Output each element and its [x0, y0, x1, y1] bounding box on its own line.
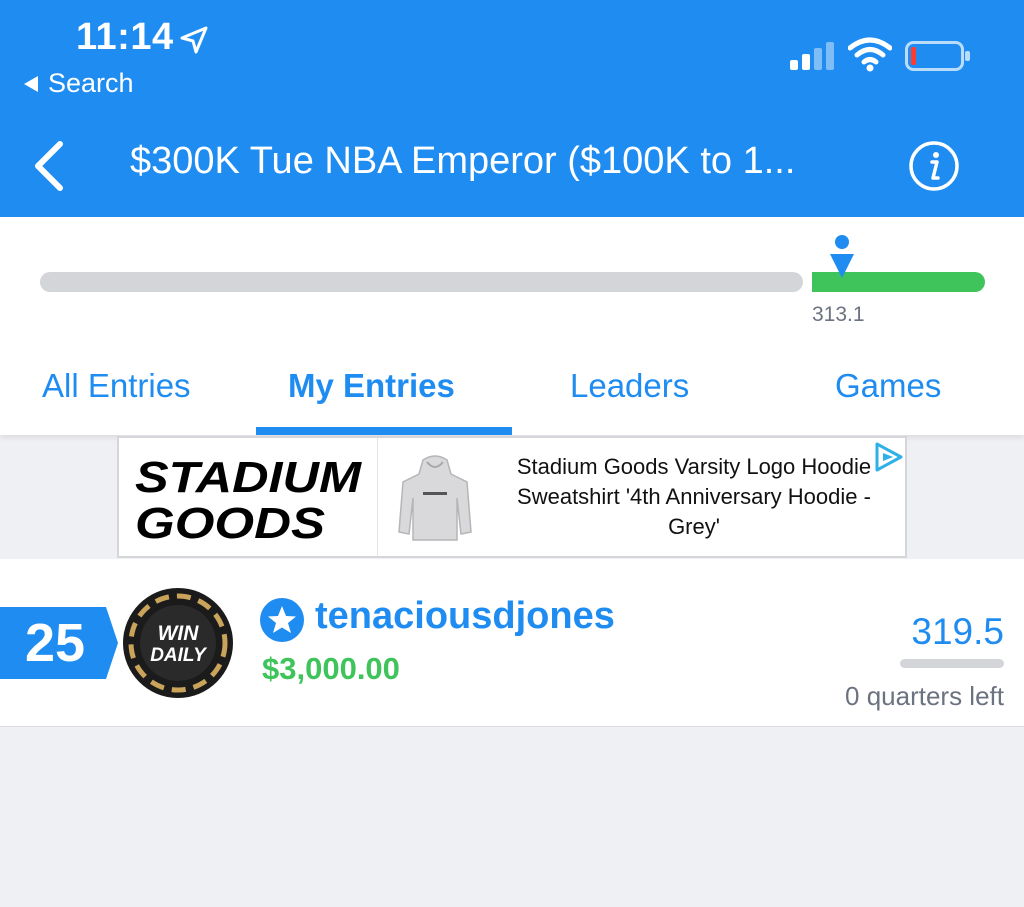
star-badge-icon [260, 598, 304, 642]
quarters-remaining: 0 quarters left [845, 681, 1004, 711]
battery-low-icon [905, 41, 970, 71]
ad-product-text: Stadium Goods Varsity Logo Hoodie Sweats… [516, 454, 872, 539]
tab-all-entries[interactable]: All Entries [42, 367, 191, 405]
svg-text:WIN: WIN [158, 622, 200, 645]
back-to-search-label: Search [48, 68, 134, 98]
back-to-search-button[interactable]: Search [24, 68, 134, 99]
rank-number: 25 [24, 613, 86, 673]
adchoices-icon[interactable] [871, 440, 905, 474]
tab-games[interactable]: Games [835, 367, 941, 405]
hoodie-image [398, 455, 472, 541]
score-progress-section: 313.1 [0, 217, 1024, 357]
cellular-signal-icon [790, 42, 834, 70]
avatar: WIN DAILY [123, 588, 233, 698]
entries-tabs: All Entries My Entries Leaders Games [0, 357, 1024, 435]
back-triangle-icon [24, 75, 38, 92]
tab-my-entries[interactable]: My Entries [288, 367, 455, 405]
status-time: 11:14 [76, 16, 174, 58]
entry-row[interactable]: 25 WIN DAILY tenaciousdjones $3,000.00 3… [0, 559, 1024, 727]
ad-banner[interactable]: STADIUM GOODS Stadium Goods Varsity Logo… [117, 436, 907, 558]
entry-username[interactable]: tenaciousdjones [315, 595, 615, 638]
location-arrow-icon [180, 26, 208, 54]
active-tab-indicator [256, 427, 512, 435]
stadium-goods-logo: STADIUM GOODS [135, 453, 363, 544]
progress-track [40, 272, 803, 292]
points-progress-bar [900, 659, 1004, 668]
user-marker-icon [830, 235, 854, 278]
app-header: 11:14 Search $300K Tue NBA Emperor ($100… [0, 0, 1024, 217]
ad-divider [377, 438, 378, 556]
tab-leaders[interactable]: Leaders [570, 367, 689, 405]
contest-title: $300K Tue NBA Emperor ($100K to 1... [130, 140, 796, 182]
svg-text:DAILY: DAILY [150, 645, 208, 666]
svg-text:STADIUM: STADIUM [135, 453, 363, 502]
svg-text:GOODS: GOODS [135, 499, 325, 544]
entry-winnings: $3,000.00 [262, 651, 400, 686]
wifi-icon [848, 37, 892, 72]
score-marker-label: 313.1 [812, 303, 865, 326]
chevron-left-icon[interactable] [30, 140, 66, 192]
info-icon[interactable] [908, 140, 960, 192]
entry-points: 319.5 [911, 611, 1004, 652]
